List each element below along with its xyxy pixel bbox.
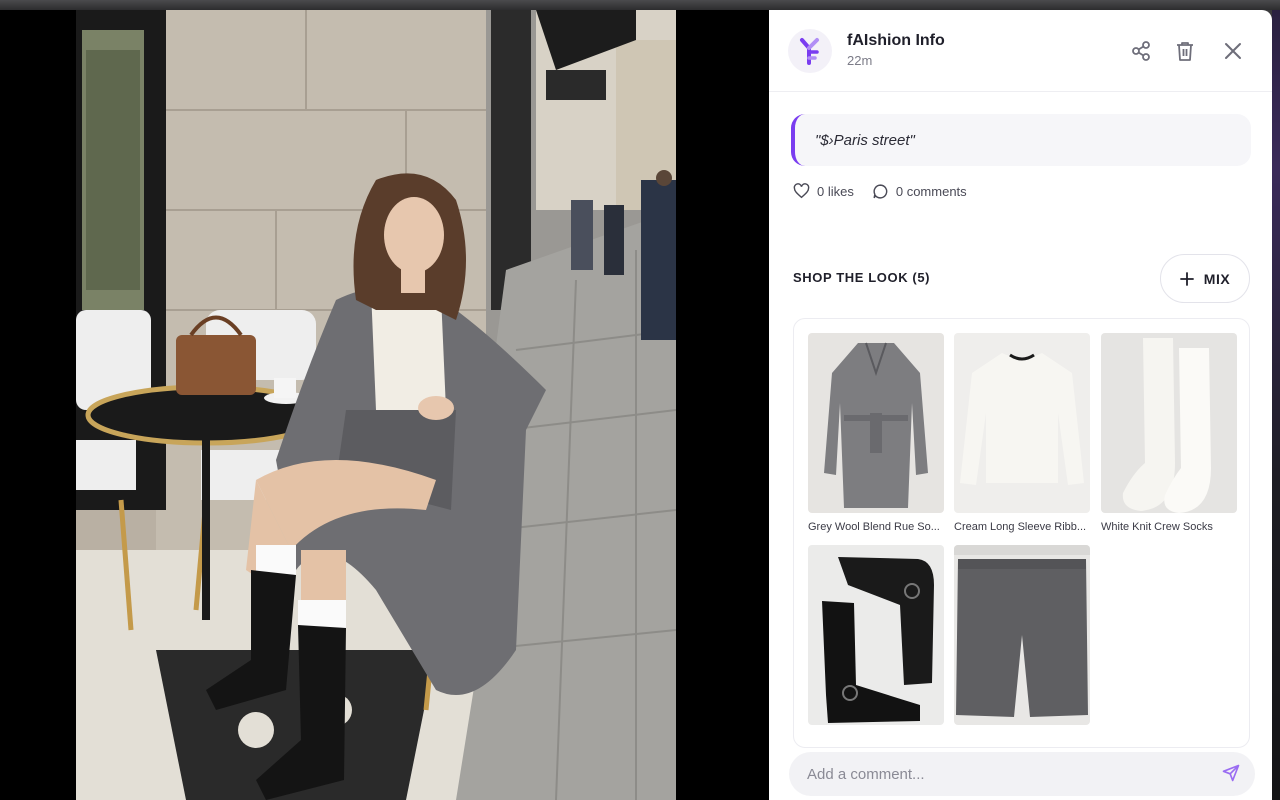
product-name: White Knit Crew Socks <box>1101 521 1213 533</box>
comments-count: 0 comments <box>895 183 967 199</box>
send-icon[interactable] <box>1221 763 1243 785</box>
post-caption: "$›Paris street" <box>791 114 1251 166</box>
product-card[interactable] <box>954 545 1090 725</box>
plus-icon <box>1179 271 1194 286</box>
post-photo <box>76 10 676 800</box>
post-detail-panel: fAIshion Info 22m "$›Paris street" 0 lik… <box>769 10 1272 800</box>
like-button[interactable]: 0 likes <box>793 183 854 199</box>
share-icon[interactable] <box>1128 38 1154 64</box>
comment-icon <box>873 183 888 199</box>
product-card[interactable]: White Knit Crew Socks <box>1101 333 1237 533</box>
post-timestamp: 22m <box>847 53 873 68</box>
likes-count: 0 likes <box>817 183 854 199</box>
post-header: fAIshion Info 22m <box>769 10 1272 92</box>
product-image <box>954 545 1090 725</box>
product-image <box>808 545 944 725</box>
product-card[interactable]: Grey Wool Blend Rue So... <box>808 333 944 533</box>
heart-icon <box>793 183 810 199</box>
product-image <box>808 333 944 513</box>
window-top-strip <box>0 0 1280 10</box>
mix-label: MIX <box>1203 270 1231 287</box>
comment-input[interactable] <box>807 752 1207 796</box>
comment-bar <box>789 752 1255 796</box>
shop-the-look-title: SHOP THE LOOK (5) <box>793 270 931 285</box>
fashion-logo-icon <box>800 38 819 65</box>
image-viewer <box>0 10 769 800</box>
product-image <box>1101 333 1237 513</box>
background-edge <box>1272 10 1280 800</box>
comments-button[interactable]: 0 comments <box>872 183 967 200</box>
mix-button[interactable]: MIX <box>1160 254 1250 303</box>
product-grid: Grey Wool Blend Rue So... Cream Long Sle… <box>793 318 1250 748</box>
product-name: Grey Wool Blend Rue So... <box>808 521 940 533</box>
product-name: Cream Long Sleeve Ribb... <box>954 521 1087 533</box>
post-stats: 0 likes 0 comments <box>793 180 967 202</box>
product-card[interactable] <box>808 545 944 725</box>
trash-icon[interactable] <box>1172 38 1198 64</box>
product-image <box>954 333 1090 513</box>
avatar[interactable] <box>788 29 832 73</box>
author-name[interactable]: fAIshion Info <box>847 32 945 50</box>
close-icon[interactable] <box>1220 38 1246 64</box>
product-card[interactable]: Cream Long Sleeve Ribb... <box>954 333 1090 533</box>
